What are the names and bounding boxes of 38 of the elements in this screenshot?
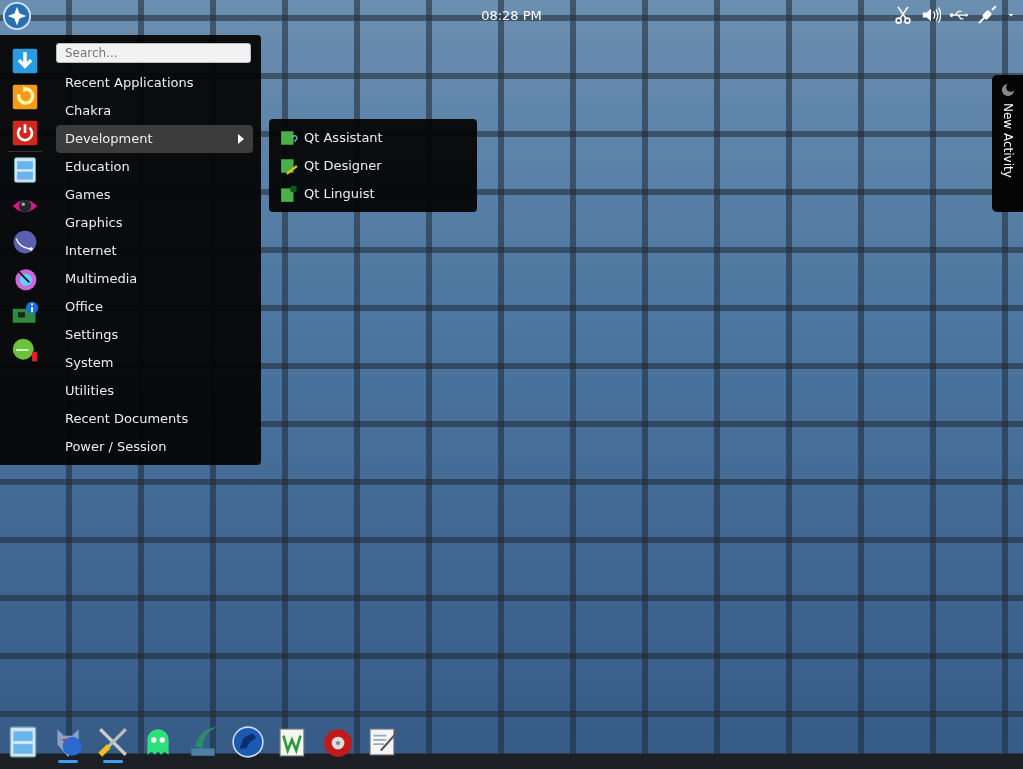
menu-category[interactable]: Education (56, 153, 253, 181)
volume-icon[interactable] (921, 5, 941, 25)
launcher-icon[interactable] (2, 1, 32, 31)
search-field[interactable]: Search... (56, 43, 251, 63)
menu-category[interactable]: Office (56, 293, 253, 321)
activity-label: New Activity (999, 103, 1016, 178)
plug-icon[interactable] (977, 5, 997, 25)
globe-icon[interactable] (11, 228, 39, 256)
moon-icon (1000, 83, 1015, 97)
menu-category[interactable]: Recent Applications (56, 69, 253, 97)
menu-category[interactable]: Graphics (56, 209, 253, 237)
menu-category[interactable]: Multimedia (56, 265, 253, 293)
qt-pencil-icon (280, 157, 298, 175)
running-indicator (58, 760, 78, 763)
submenu-item[interactable]: Qt Designer (277, 152, 385, 180)
tools-icon (96, 725, 130, 759)
file-cabinet-icon[interactable] (11, 156, 39, 184)
menu-category[interactable]: Games (56, 181, 253, 209)
menu-category[interactable]: Utilities (56, 377, 253, 405)
power-icon[interactable] (11, 119, 39, 147)
activity-tab[interactable]: New Activity (992, 75, 1023, 212)
paint-brush-icon[interactable] (11, 264, 39, 292)
qt-globe-icon (280, 185, 298, 203)
menu-category[interactable]: Power / Session (56, 433, 253, 461)
menu-category[interactable]: Chakra (56, 97, 253, 125)
menu-category[interactable]: Settings (56, 321, 253, 349)
scissors-icon[interactable] (893, 5, 913, 25)
menu-category[interactable]: Recent Documents (56, 405, 253, 433)
running-indicator (103, 760, 123, 763)
menu-category[interactable]: System (56, 349, 253, 377)
submenu-item[interactable]: Qt Linguist (277, 180, 378, 208)
download-icon[interactable] (11, 47, 39, 75)
submenu-item[interactable]: Qt Assistant (277, 124, 386, 152)
qt-help-icon (280, 129, 298, 147)
menu-category[interactable]: Internet (56, 237, 253, 265)
refresh-icon[interactable] (11, 83, 39, 111)
clock: 08:28 PM (481, 8, 542, 23)
menu-category[interactable]: Development (56, 125, 253, 153)
